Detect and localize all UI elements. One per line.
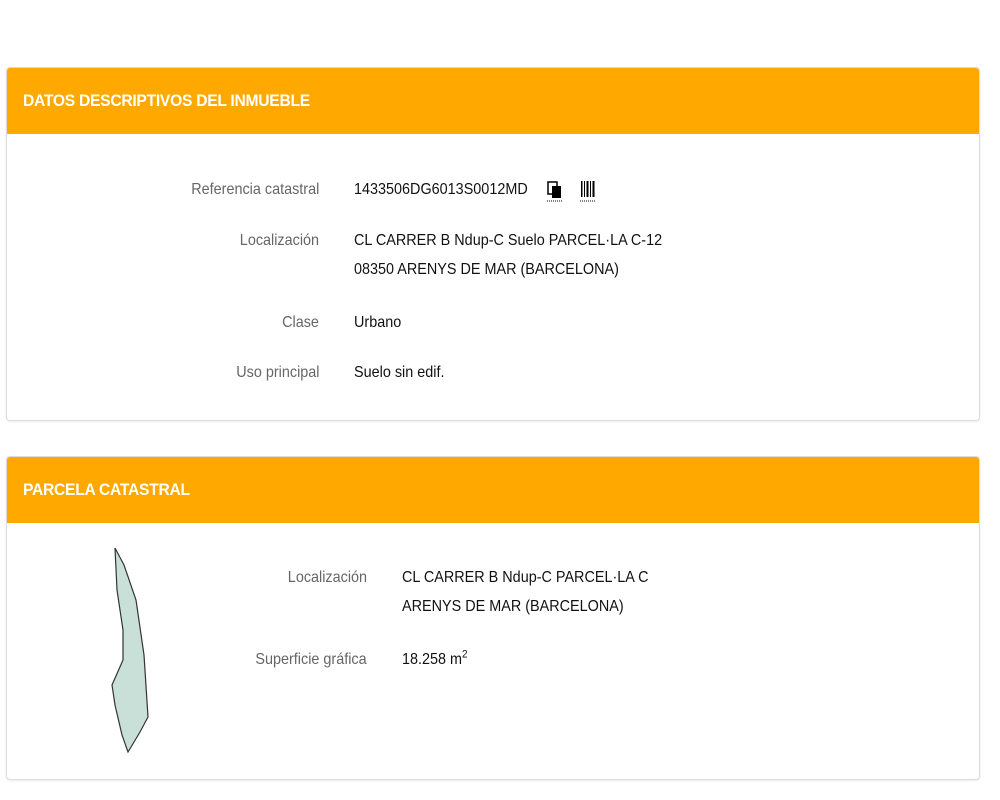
parcela-localizacion-value: CL CARRER B Ndup-C PARCEL·LA C ARENYS DE… (402, 563, 648, 621)
superficie-unit-superscript: 2 (462, 648, 468, 661)
clase-label: Clase (282, 314, 319, 331)
uso-principal-label: Uso principal (235, 364, 319, 381)
localizacion-line1: CL CARRER B Ndup-C Suelo PARCEL·LA C-12 (354, 232, 663, 249)
localizacion-label: Localización (239, 232, 319, 249)
parcela-localizacion-line1: CL CARRER B Ndup-C PARCEL·LA C (402, 569, 649, 586)
superficie-value: 18.258 m2 (402, 645, 468, 674)
superficie-label: Superficie gráfica (255, 651, 367, 668)
parcela-title: PARCELA CATASTRAL (23, 480, 190, 499)
copy-icon[interactable] (547, 180, 563, 206)
parcela-localizacion-label: Localización (287, 569, 367, 586)
parcela-header: PARCELA CATASTRAL (7, 457, 979, 523)
barcode-icon[interactable] (580, 180, 596, 206)
superficie-number: 18.258 m (402, 651, 463, 668)
localizacion-value: CL CARRER B Ndup-C Suelo PARCEL·LA C-12 … (354, 226, 662, 284)
referencia-value[interactable]: 1433506DG6013S0012MD (354, 175, 528, 204)
localizacion-line2: 08350 ARENYS DE MAR (BARCELONA) (354, 261, 619, 278)
parcel-shape-map[interactable] (102, 545, 162, 760)
clase-value: Urbano (354, 314, 402, 331)
uso-principal-value: Suelo sin edif. (354, 364, 445, 381)
descriptive-data-panel: DATOS DESCRIPTIVOS DEL INMUEBLE Referenc… (6, 67, 980, 421)
parcela-panel: PARCELA CATASTRAL Localización CL CARRER… (6, 456, 980, 780)
parcela-localizacion-line2: ARENYS DE MAR (BARCELONA) (402, 598, 624, 615)
descriptive-data-title: DATOS DESCRIPTIVOS DEL INMUEBLE (23, 91, 310, 110)
descriptive-data-header: DATOS DESCRIPTIVOS DEL INMUEBLE (7, 68, 979, 134)
referencia-label: Referencia catastral (190, 181, 319, 198)
parcel-polygon (111, 547, 149, 754)
